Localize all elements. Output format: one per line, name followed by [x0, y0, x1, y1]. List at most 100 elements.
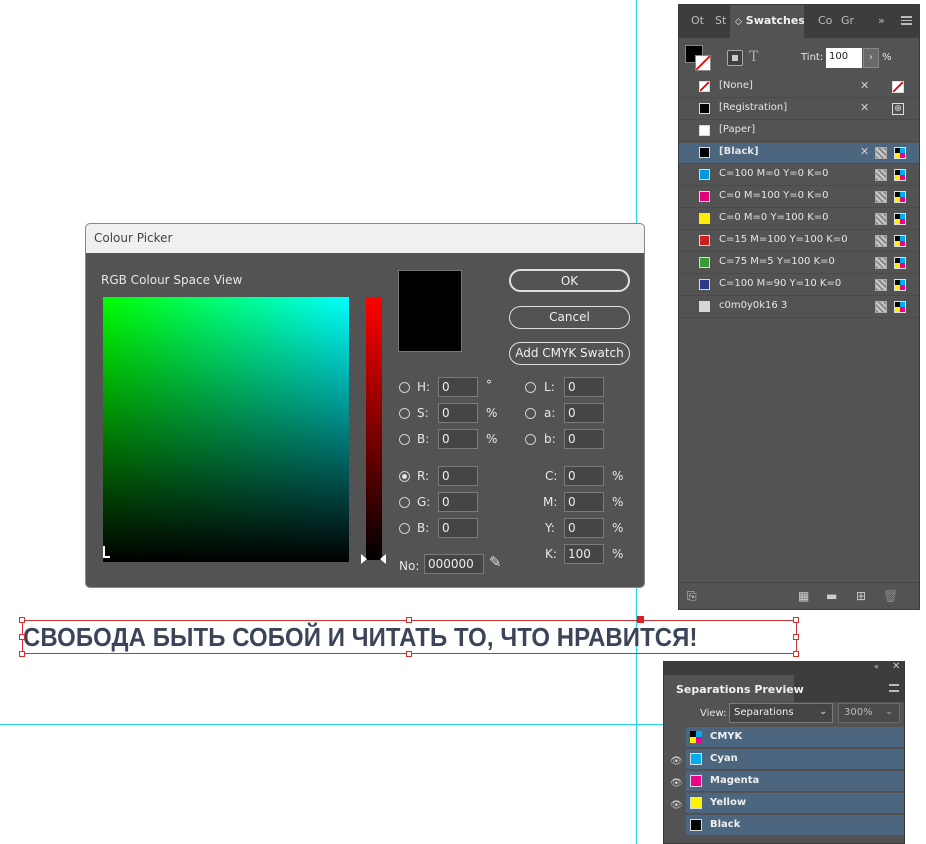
swatch-item-red[interactable]: C=15 M=100 Y=100 K=0 [679, 231, 919, 252]
lab-b-radio[interactable] [525, 434, 536, 445]
process-color-icon [875, 257, 887, 269]
brightness-radio[interactable] [399, 434, 410, 445]
lab-a-radio[interactable] [525, 408, 536, 419]
guide-horizontal [0, 724, 663, 725]
separation-row-cyan[interactable]: Cyan [686, 749, 904, 770]
new-color-group-icon[interactable]: ▬ [826, 589, 837, 603]
cmyk-mode-icon [894, 191, 906, 203]
panel-menu-icon[interactable] [889, 684, 899, 692]
text-mode-icon[interactable]: T [749, 49, 758, 65]
tint-stepper-icon[interactable]: › [863, 48, 879, 68]
tab-separations-preview[interactable]: Separations Preview [664, 675, 804, 702]
swatch-item-magenta[interactable]: C=0 M=100 Y=0 K=0 [679, 187, 919, 208]
tab-color[interactable]: Co [818, 14, 832, 27]
lab-l-radio[interactable] [525, 382, 536, 393]
lab-l-input[interactable]: 0 [564, 377, 604, 397]
in-port-icon[interactable] [637, 616, 644, 623]
fill-stroke-proxy[interactable] [685, 45, 711, 71]
tab-swatches[interactable]: ◇ Swatches [730, 5, 804, 38]
frame-handle-top-left[interactable] [19, 617, 25, 623]
brightness-input[interactable]: 0 [438, 429, 478, 449]
separation-chip [690, 797, 702, 809]
panel-menu-icon[interactable] [901, 16, 912, 25]
separation-row-magenta[interactable]: Magenta [686, 771, 904, 792]
green-input[interactable]: 0 [438, 492, 478, 512]
yellow-input[interactable]: 0 [564, 518, 604, 538]
red-slider[interactable] [366, 297, 382, 560]
swatch-item-yellow[interactable]: C=0 M=0 Y=100 K=0 [679, 209, 919, 230]
tint-input[interactable]: 100 [826, 48, 862, 68]
eye-icon[interactable]: 👁 [670, 778, 683, 789]
lab-b-input[interactable]: 0 [564, 429, 604, 449]
swatch-item-black[interactable]: [Black] ✕ [679, 143, 919, 164]
show-kinds-icon[interactable]: ⎘ [687, 589, 697, 604]
zoom-select[interactable]: 300% ⌄ [838, 703, 900, 723]
swatch-name: [Black] [719, 146, 759, 157]
saturation-input[interactable]: 0 [438, 403, 478, 423]
stroke-swatch-icon[interactable] [695, 55, 711, 71]
saturation-radio[interactable] [399, 408, 410, 419]
swatch-name: C=75 M=5 Y=100 K=0 [719, 256, 835, 267]
separation-row-cmyk[interactable]: CMYK [686, 727, 904, 748]
slider-handle-left-icon[interactable] [361, 554, 367, 564]
swatch-views-icon[interactable]: ▦ [798, 589, 809, 603]
cancel-button[interactable]: Cancel [509, 306, 630, 329]
swatch-name: C=100 M=90 Y=10 K=0 [719, 278, 842, 289]
new-swatch-icon[interactable]: ⊞ [856, 589, 866, 603]
frame-handle-middle-right[interactable] [793, 634, 799, 640]
locked-edit-icon: ✕ [860, 101, 870, 114]
black-input[interactable]: 100 [564, 544, 604, 564]
tab-object-styles[interactable]: Ot [691, 14, 705, 27]
swatch-item-blue[interactable]: C=100 M=90 Y=10 K=0 [679, 275, 919, 296]
separation-row-yellow[interactable]: Yellow [686, 793, 904, 814]
green-radio[interactable] [399, 497, 410, 508]
frame-handle-bottom-left[interactable] [19, 651, 25, 657]
eyedropper-icon[interactable]: ✎ [489, 553, 502, 571]
frame-handle-top-middle[interactable] [406, 617, 412, 623]
view-select[interactable]: Separations ⌄ [729, 703, 833, 723]
collapse-panel-icon[interactable]: « [874, 662, 879, 671]
view-label: View: [700, 708, 727, 719]
swatch-chip [699, 213, 710, 224]
swatch-item-none[interactable]: [None] ✕ [679, 77, 919, 98]
ok-button[interactable]: OK [509, 269, 630, 292]
swatch-chip [699, 191, 710, 202]
swatch-item-paper[interactable]: [Paper] [679, 121, 919, 142]
tab-gradient[interactable]: Gr [841, 14, 855, 27]
eye-icon[interactable]: 👁 [670, 800, 683, 811]
red-input[interactable]: 0 [438, 466, 478, 486]
frame-handle-top-right[interactable] [793, 617, 799, 623]
headline-text-frame[interactable]: СВОБОДА БЫТЬ СОБОЙ И ЧИТАТЬ ТО, ЧТО НРАВ… [22, 620, 797, 654]
dialog-titlebar[interactable]: Colour Picker [86, 224, 644, 253]
hue-input[interactable]: 0 [438, 377, 478, 397]
locked-edit-icon: ✕ [860, 145, 870, 158]
green-label: G: [417, 495, 431, 509]
swatch-item-gray[interactable]: c0m0y0k16 3 [679, 297, 919, 318]
swatch-item-registration[interactable]: [Registration] ✕ ⊕ [679, 99, 919, 120]
lab-a-input[interactable]: 0 [564, 403, 604, 423]
magenta-input[interactable]: 0 [564, 492, 604, 512]
container-mode-icon[interactable] [727, 50, 743, 66]
frame-handle-bottom-right[interactable] [793, 651, 799, 657]
tab-stroke[interactable]: St [715, 14, 729, 27]
colour-field[interactable] [103, 297, 349, 562]
separations-titlebar[interactable]: « ✕ [664, 661, 904, 675]
delete-swatch-icon[interactable]: 🗑 [883, 589, 898, 603]
close-panel-icon[interactable]: ✕ [892, 661, 900, 672]
slider-handle-right-icon[interactable] [380, 554, 386, 564]
separation-row-black[interactable]: Black [686, 815, 904, 836]
swatch-item-cyan[interactable]: C=100 M=0 Y=0 K=0 [679, 165, 919, 186]
blue-radio[interactable] [399, 523, 410, 534]
frame-handle-bottom-middle[interactable] [406, 651, 412, 657]
blue-input[interactable]: 0 [438, 518, 478, 538]
colour-field-cursor-icon[interactable] [103, 546, 110, 558]
hue-radio[interactable] [399, 382, 410, 393]
hex-input[interactable]: 000000 [424, 554, 484, 574]
cyan-input[interactable]: 0 [564, 466, 604, 486]
add-cmyk-swatch-button[interactable]: Add CMYK Swatch [509, 342, 630, 365]
frame-handle-middle-left[interactable] [19, 634, 25, 640]
eye-icon[interactable]: 👁 [670, 756, 683, 767]
more-tabs-icon[interactable]: » [878, 14, 885, 27]
swatch-item-green[interactable]: C=75 M=5 Y=100 K=0 [679, 253, 919, 274]
red-radio[interactable] [399, 471, 410, 482]
